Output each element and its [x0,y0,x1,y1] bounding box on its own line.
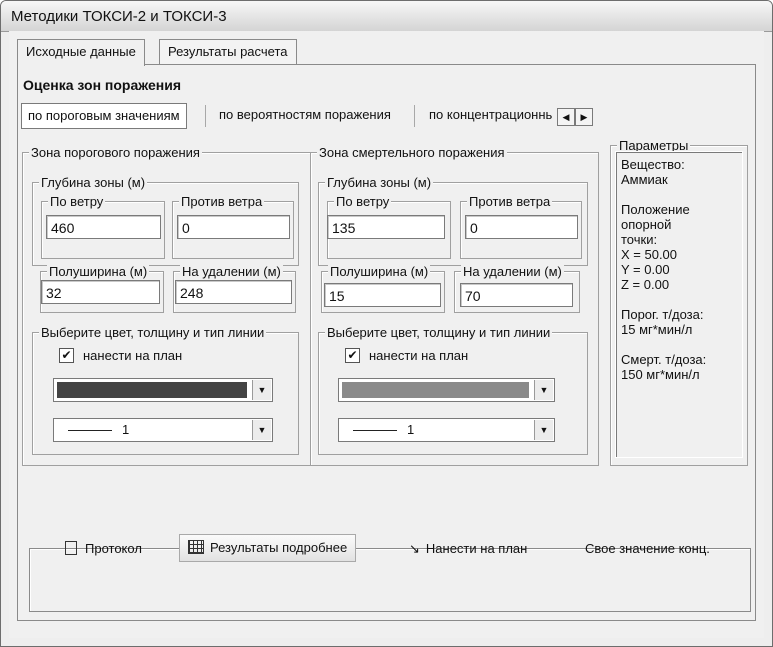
lethal-halfwidth-label: Полуширина (м) [328,264,431,279]
app-window: Методики ТОКСИ-2 и ТОКСИ-3 Исходные данн… [0,0,773,647]
table-icon [188,540,204,554]
lethal-upwind-label: Против ветра [467,194,553,209]
tab-input-data[interactable]: Исходные данные [17,39,145,66]
plot-label: Нанести на план [425,541,528,556]
lethal-upwind-input[interactable]: 0 [465,215,578,239]
threshold-width-select[interactable]: 1 ▼ [53,418,273,442]
threshold-distance-label: На удалении (м) [180,264,283,279]
lethal-plot-checkbox[interactable]: ✔ [345,348,360,363]
lethal-downwind-input[interactable]: 135 [327,215,445,239]
window-title: Методики ТОКСИ-2 и ТОКСИ-3 [11,8,227,25]
lethal-plot-label: нанести на план [367,348,471,363]
protocol-button[interactable]: Протокол [65,536,142,562]
threshold-downwind-label: По ветру [48,194,106,209]
threshold-depth-title: Глубина зоны (м) [39,175,148,190]
chevron-down-icon[interactable]: ▼ [534,380,553,400]
lethal-color-swatch [342,382,529,398]
threshold-distance-input[interactable]: 248 [175,280,292,304]
client-area: Исходные данные Результаты расчета Оценк… [9,31,764,638]
lethal-width-value: 1 [407,422,415,437]
threshold-downwind-input[interactable]: 460 [46,215,161,239]
threshold-upwind-label: Против ветра [179,194,265,209]
threshold-zone-title: Зона порогового поражения [29,145,202,160]
params-text: Вещество: Аммиак Положение опорной точки… [621,157,707,382]
threshold-color-select[interactable]: ▼ [53,378,273,402]
threshold-halfwidth-input[interactable]: 32 [41,280,160,304]
lethal-distance-label: На удалении (м) [461,264,564,279]
section-title: Оценка зон поражения [23,77,182,93]
subtab-divider [414,105,415,127]
lethal-style-title: Выберите цвет, толщину и тип линии [325,325,553,340]
lethal-width-select[interactable]: 1 ▼ [338,418,555,442]
scroll-left-icon[interactable]: ◀ [557,108,575,126]
subtab-probabilities[interactable]: по вероятностям поражения [213,103,397,127]
chevron-down-icon[interactable]: ▼ [252,380,271,400]
arrow-plot-icon: ↘ [409,541,420,556]
subtab-divider [205,105,206,127]
threshold-style-title: Выберите цвет, толщину и тип линии [39,325,267,340]
chevron-down-icon[interactable]: ▼ [252,420,271,440]
line-sample [353,430,397,431]
title-bar[interactable]: Методики ТОКСИ-2 и ТОКСИ-3 [1,1,772,32]
lethal-downwind-label: По ветру [334,194,392,209]
custom-concentration-button[interactable]: Свое значение конц. [585,536,710,562]
lethal-distance-input[interactable]: 70 [460,283,573,307]
threshold-color-swatch [57,382,247,398]
line-sample [68,430,112,431]
lethal-depth-title: Глубина зоны (м) [325,175,434,190]
threshold-upwind-input[interactable]: 0 [177,215,290,239]
threshold-halfwidth-label: Полуширина (м) [47,264,150,279]
details-label: Результаты подробнее [210,540,348,555]
chevron-down-icon[interactable]: ▼ [534,420,553,440]
lethal-zone-title: Зона смертельного поражения [317,145,507,160]
threshold-width-value: 1 [122,422,130,437]
plot-button[interactable]: ↘ Нанести на план [409,536,527,562]
document-icon [65,541,77,555]
subtab-thresholds[interactable]: по пороговым значениям [21,103,187,129]
protocol-label: Протокол [85,541,142,556]
lethal-color-select[interactable]: ▼ [338,378,555,402]
scroll-right-icon[interactable]: ▶ [575,108,593,126]
details-button[interactable]: Результаты подробнее [179,534,357,562]
threshold-plot-checkbox[interactable]: ✔ [59,348,74,363]
tab-results[interactable]: Результаты расчета [159,39,297,64]
lethal-halfwidth-input[interactable]: 15 [324,283,441,307]
threshold-plot-label: нанести на план [81,348,185,363]
subtab-concentration[interactable]: по концентрационнь [423,103,561,127]
